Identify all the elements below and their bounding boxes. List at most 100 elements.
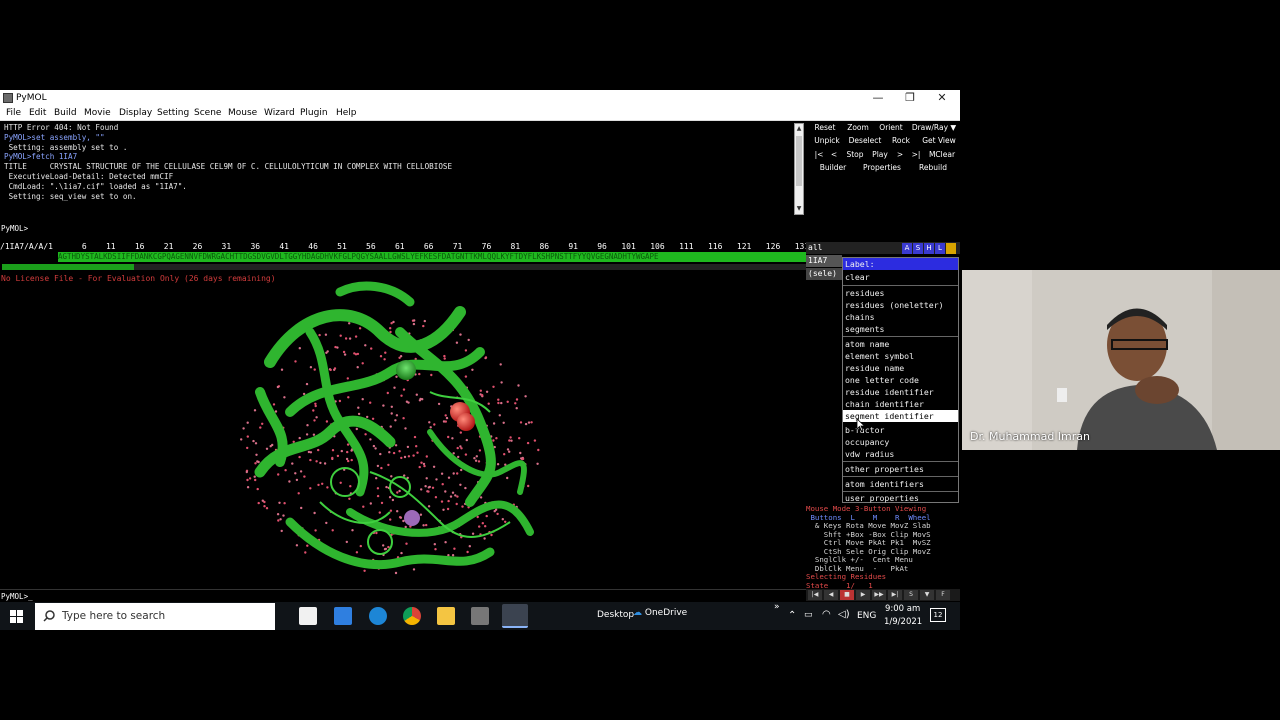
stop-button[interactable]: Stop — [845, 149, 865, 161]
menu-movie[interactable]: Movie — [84, 106, 111, 121]
movie-scene-icon[interactable]: S — [904, 590, 918, 600]
menu-build[interactable]: Build — [54, 106, 77, 121]
orient-button[interactable]: Orient — [878, 122, 904, 134]
command-input[interactable]: PyMOL> — [0, 223, 806, 235]
menu-item-chain-identifier[interactable]: chain identifier — [843, 398, 958, 410]
edge-icon[interactable] — [369, 607, 387, 625]
console-scrollbar[interactable]: ▲ ▼ — [794, 123, 804, 215]
hide-button-h[interactable]: H — [924, 243, 934, 254]
menu-setting[interactable]: Setting — [157, 106, 189, 121]
end-button[interactable]: >| — [910, 149, 922, 161]
tray-overflow-icon[interactable]: ⌃ — [788, 610, 796, 621]
movie-forward-icon[interactable]: ▶▶ — [872, 590, 886, 600]
menu-item-atom-name[interactable]: atom name — [843, 338, 958, 350]
menu-item-clear[interactable]: clear — [843, 271, 958, 283]
sequence-scrollbar-thumb[interactable] — [2, 264, 134, 270]
movie-menu-icon[interactable]: ▼ — [920, 590, 934, 600]
properties-button[interactable]: Properties — [862, 162, 902, 174]
rock-button[interactable]: Rock — [890, 135, 912, 147]
get-view-button[interactable]: Get View — [921, 135, 957, 147]
movie-stop-icon[interactable]: ■ — [840, 590, 854, 600]
menu-item-residues[interactable]: residues — [843, 287, 958, 299]
scrollbar-thumb[interactable] — [796, 136, 802, 186]
pymol-taskbar-icon[interactable] — [471, 607, 489, 625]
builder-button[interactable]: Builder — [818, 162, 848, 174]
movie-play-icon[interactable]: ▶ — [856, 590, 870, 600]
close-button[interactable]: ✕ — [927, 90, 957, 106]
menu-item-chains[interactable]: chains — [843, 311, 958, 323]
menu-wizard[interactable]: Wizard — [264, 106, 295, 121]
label-button-l[interactable]: L — [935, 243, 945, 254]
menu-item-segments[interactable]: segments — [843, 323, 958, 335]
menu-item-element-symbol[interactable]: element symbol — [843, 350, 958, 362]
water-dot — [394, 419, 397, 422]
bottom-command-input[interactable]: PyMOL>_ — [0, 589, 806, 602]
clock-date[interactable]: 1/9/2021 — [884, 617, 922, 627]
draw-ray-button[interactable]: Draw/Ray ▼ — [910, 122, 958, 134]
menu-mouse[interactable]: Mouse — [228, 106, 257, 121]
sequence-residues[interactable]: AGTHDYSTALKDSIIFFDANKCGPQAGENNVFDWRGACHT… — [58, 252, 806, 262]
mclear-button[interactable]: MClear — [926, 149, 958, 161]
menu-file[interactable]: File — [6, 106, 21, 121]
scroll-down-arrow-icon[interactable]: ▼ — [795, 204, 803, 214]
menu-display[interactable]: Display — [119, 106, 152, 121]
onedrive-label[interactable]: ☁ OneDrive — [633, 608, 687, 618]
unpick-button[interactable]: Unpick — [813, 135, 841, 147]
chevron-icon[interactable]: » — [774, 602, 780, 612]
rewind-button[interactable]: |< — [813, 149, 825, 161]
desktop-toolbar-label[interactable]: Desktop — [597, 610, 634, 620]
movie-back-icon[interactable]: ◀ — [824, 590, 838, 600]
zoom-button[interactable]: Zoom — [846, 122, 870, 134]
menu-item-residues-oneletter[interactable]: residues (oneletter) — [843, 299, 958, 311]
rebuild-button[interactable]: Rebuild — [918, 162, 948, 174]
menu-item-atom-identifiers[interactable]: atom identifiers — [843, 478, 958, 490]
menu-item-one-letter-code[interactable]: one letter code — [843, 374, 958, 386]
forward-button[interactable]: > — [896, 149, 904, 161]
movie-fullscreen-icon[interactable]: F — [936, 590, 950, 600]
show-button-s[interactable]: S — [913, 243, 923, 254]
pymol-active-taskbar-icon[interactable] — [502, 604, 528, 628]
menu-plugin[interactable]: Plugin — [300, 106, 328, 121]
menu-item-other-properties[interactable]: other properties — [843, 463, 958, 475]
notification-center-icon[interactable]: 12 — [930, 608, 946, 622]
microsoft-store-icon[interactable] — [299, 607, 317, 625]
chrome-icon[interactable] — [403, 607, 421, 625]
menu-help[interactable]: Help — [336, 106, 357, 121]
color-button-c[interactable] — [946, 243, 956, 254]
menu-item-residue-name[interactable]: residue name — [843, 362, 958, 374]
language-indicator[interactable]: ENG — [857, 611, 876, 621]
mail-icon[interactable] — [334, 607, 352, 625]
clock-time[interactable]: 9:00 am — [885, 604, 920, 614]
protein-structure[interactable] — [230, 272, 570, 588]
object-row-1ia7[interactable]: 1IA7 — [806, 255, 842, 267]
scroll-up-arrow-icon[interactable]: ▲ — [795, 124, 803, 134]
file-explorer-icon[interactable] — [437, 607, 455, 625]
reset-button[interactable]: Reset — [813, 122, 837, 134]
network-icon[interactable]: ▭ — [804, 610, 813, 620]
water-dot — [317, 448, 320, 452]
menu-item-vdw-radius[interactable]: vdw radius — [843, 448, 958, 460]
deselect-button[interactable]: Deselect — [847, 135, 883, 147]
movie-end-icon[interactable]: ▶| — [888, 590, 902, 600]
object-row-sele[interactable]: (sele) — [806, 268, 842, 280]
menu-item-residue-identifier[interactable]: residue identifier — [843, 386, 958, 398]
menu-scene[interactable]: Scene — [194, 106, 221, 121]
menu-edit[interactable]: Edit — [29, 106, 46, 121]
3d-viewer[interactable]: No License File - For Evaluation Only (2… — [0, 272, 806, 588]
action-button-a[interactable]: A — [902, 243, 912, 254]
movie-rewind-icon[interactable]: |◀ — [808, 590, 822, 600]
console-line: PyMOL>fetch 1IA7 — [4, 152, 78, 162]
volume-icon[interactable]: ◁) — [838, 609, 850, 620]
water-dot — [495, 437, 498, 440]
windows-start-icon[interactable] — [10, 610, 23, 623]
menu-item-user-properties[interactable]: user properties — [843, 492, 958, 504]
sequence-scrollbar[interactable] — [2, 264, 806, 270]
wifi-icon[interactable]: ◠ — [822, 609, 831, 620]
restore-button[interactable]: ❐ — [895, 90, 925, 106]
play-button[interactable]: Play — [870, 149, 890, 161]
taskbar-search-box[interactable]: Type here to search — [35, 603, 275, 630]
object-row-all[interactable]: all A S H L — [806, 242, 960, 254]
menu-item-occupancy[interactable]: occupancy — [843, 436, 958, 448]
back-button[interactable]: < — [829, 149, 839, 161]
minimize-button[interactable]: — — [863, 90, 893, 106]
